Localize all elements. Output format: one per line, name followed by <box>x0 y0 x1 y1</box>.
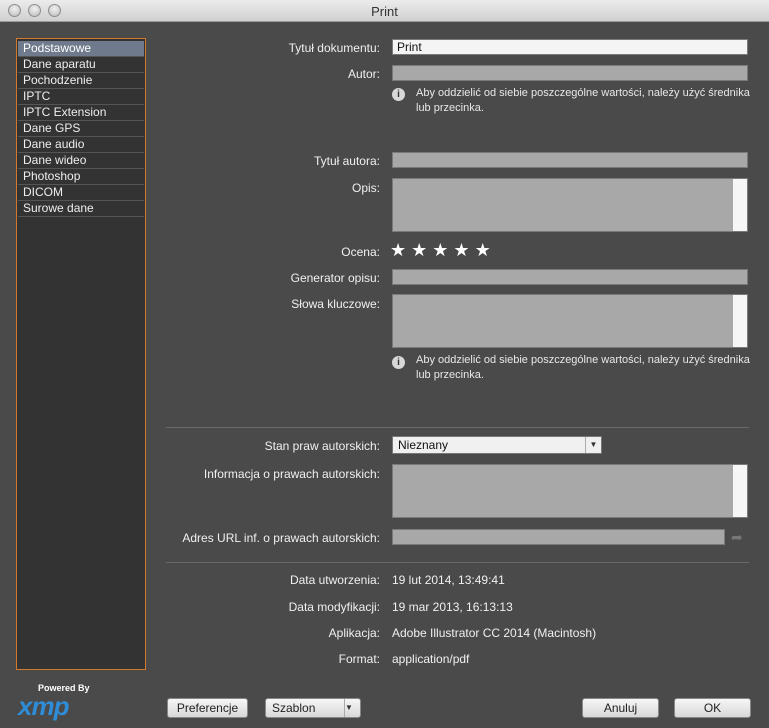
format-label: Format: <box>338 652 380 666</box>
xmp-logo: xmp <box>18 691 69 721</box>
star-icon[interactable]: ★ <box>390 240 411 260</box>
section-divider <box>166 427 749 428</box>
author-label: Autor: <box>347 67 380 81</box>
category-list: Podstawowe Dane aparatu Pochodzenie IPTC… <box>17 39 145 217</box>
modified-label: Data modyfikacji: <box>288 600 380 614</box>
chevron-down-icon: ▼ <box>585 437 601 453</box>
copyright-status-select[interactable]: Nieznany ▼ <box>392 436 602 454</box>
template-button[interactable]: Szablon ▼ <box>265 698 361 718</box>
title-bar: Print <box>0 0 769 22</box>
keywords-label: Słowa kluczowe: <box>291 297 380 311</box>
sidebar-item-iptc[interactable]: IPTC <box>18 89 144 105</box>
description-textarea[interactable] <box>392 178 748 232</box>
sidebar-item-photoshop[interactable]: Photoshop <box>18 169 144 185</box>
sidebar-item-pochodzenie[interactable]: Pochodzenie <box>18 73 144 89</box>
go-to-url-icon[interactable]: ➦ <box>731 529 743 546</box>
star-icon[interactable]: ★ <box>432 240 453 260</box>
cancel-button[interactable]: Anuluj <box>582 698 659 718</box>
info-icon: i <box>392 88 405 101</box>
doc-title-input[interactable]: Print <box>392 39 748 55</box>
author-input[interactable] <box>392 65 748 81</box>
window-title: Print <box>371 4 398 19</box>
copyright-url-input[interactable] <box>392 529 725 545</box>
section-divider <box>166 562 749 563</box>
modified-value: 19 mar 2013, 16:13:13 <box>392 600 513 614</box>
created-label: Data utworzenia: <box>289 573 380 587</box>
ok-button[interactable]: OK <box>674 698 751 718</box>
application-label: Aplikacja: <box>328 626 380 640</box>
created-value: 19 lut 2014, 13:49:41 <box>392 573 505 587</box>
sidebar-item-iptc-extension[interactable]: IPTC Extension <box>18 105 144 121</box>
sidebar-item-dane-wideo[interactable]: Dane wideo <box>18 153 144 169</box>
rating-stars[interactable]: ★★★★★ <box>390 240 496 261</box>
copyright-status-label: Stan praw autorskich: <box>264 439 380 453</box>
description-writer-label: Generator opisu: <box>290 271 380 285</box>
preferences-button[interactable]: Preferencje <box>167 698 248 718</box>
star-icon[interactable]: ★ <box>453 240 474 260</box>
chevron-down-icon: ▼ <box>344 699 360 717</box>
copyright-url-label: Adres URL inf. o prawach autorskich: <box>182 531 380 545</box>
format-value: application/pdf <box>392 652 470 666</box>
sidebar-item-dane-aparatu[interactable]: Dane aparatu <box>18 57 144 73</box>
sidebar-item-dane-audio[interactable]: Dane audio <box>18 137 144 153</box>
sidebar-item-podstawowe[interactable]: Podstawowe <box>18 41 144 57</box>
copyright-notice-label: Informacja o prawach autorskich: <box>203 467 380 481</box>
description-writer-input[interactable] <box>392 269 748 285</box>
info-icon: i <box>392 356 405 369</box>
author-title-label: Tytuł autora: <box>313 154 380 168</box>
doc-title-label: Tytuł dokumentu: <box>288 41 380 55</box>
author-hint: Aby oddzielić od siebie poszczególne war… <box>416 87 750 114</box>
template-button-label: Szablon <box>272 701 316 715</box>
sidebar-item-dicom[interactable]: DICOM <box>18 185 144 201</box>
application-value: Adobe Illustrator CC 2014 (Macintosh) <box>392 626 597 640</box>
keywords-textarea[interactable] <box>392 294 748 348</box>
description-label: Opis: <box>351 181 380 195</box>
copyright-notice-textarea[interactable] <box>392 464 748 518</box>
copyright-status-value: Nieznany <box>398 438 449 452</box>
sidebar-item-dane-gps[interactable]: Dane GPS <box>18 121 144 137</box>
rating-label: Ocena: <box>341 245 380 259</box>
star-icon[interactable]: ★ <box>411 240 432 260</box>
sidebar-item-surowe-dane[interactable]: Surowe dane <box>18 201 144 217</box>
category-sidebar: Podstawowe Dane aparatu Pochodzenie IPTC… <box>16 38 146 670</box>
keywords-hint: Aby oddzielić od siebie poszczególne war… <box>416 354 750 381</box>
author-title-input[interactable] <box>392 152 748 168</box>
star-icon[interactable]: ★ <box>475 240 496 260</box>
